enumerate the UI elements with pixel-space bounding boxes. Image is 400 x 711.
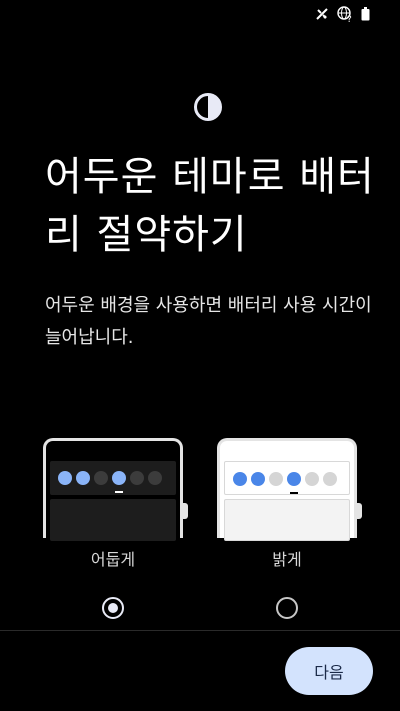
light-theme-radio[interactable] (276, 597, 298, 619)
preview-dot (251, 472, 265, 486)
battery-icon (361, 7, 370, 21)
svg-text:?: ? (347, 15, 352, 22)
globe-question-icon: ? (337, 6, 353, 22)
preview-dot (233, 472, 247, 486)
preview-dot (305, 472, 319, 486)
status-icons: ? (315, 6, 370, 22)
dark-option-label: 어둡게 (90, 550, 136, 569)
dark-theme-radio[interactable] (102, 597, 124, 619)
next-button[interactable]: 다음 (285, 647, 373, 695)
phone-side-button (357, 503, 362, 519)
light-theme-preview[interactable] (217, 438, 362, 541)
preview-cursor (290, 492, 298, 494)
preview-panel (224, 461, 350, 495)
preview-dots (233, 472, 337, 486)
preview-dot (287, 472, 301, 486)
preview-panel (50, 461, 176, 495)
preview-dot (76, 471, 90, 485)
preview-cursor (115, 491, 123, 493)
preview-dot (58, 471, 72, 485)
preview-dots (58, 471, 162, 485)
preview-dot (269, 472, 283, 486)
data-saver-off-icon (315, 7, 329, 21)
preview-dot (148, 471, 162, 485)
preview-panel-lower (50, 499, 176, 541)
dark-theme-preview[interactable] (43, 438, 188, 541)
preview-dot (94, 471, 108, 485)
footer-divider (0, 630, 400, 631)
phone-side-button (183, 503, 188, 519)
page-description: 어두운 배경을 사용하면 배터리 사용 시간이 늘어납니다. (45, 295, 372, 348)
status-bar: ? (0, 0, 400, 28)
preview-dot (112, 471, 126, 485)
page-title: 어두운 테마로 배터리 절약하기 (45, 154, 375, 258)
preview-panel-lower (224, 499, 350, 541)
half-contrast-icon (193, 92, 223, 122)
light-option-label: 밝게 (272, 550, 302, 569)
preview-dot (130, 471, 144, 485)
preview-dot (323, 472, 337, 486)
